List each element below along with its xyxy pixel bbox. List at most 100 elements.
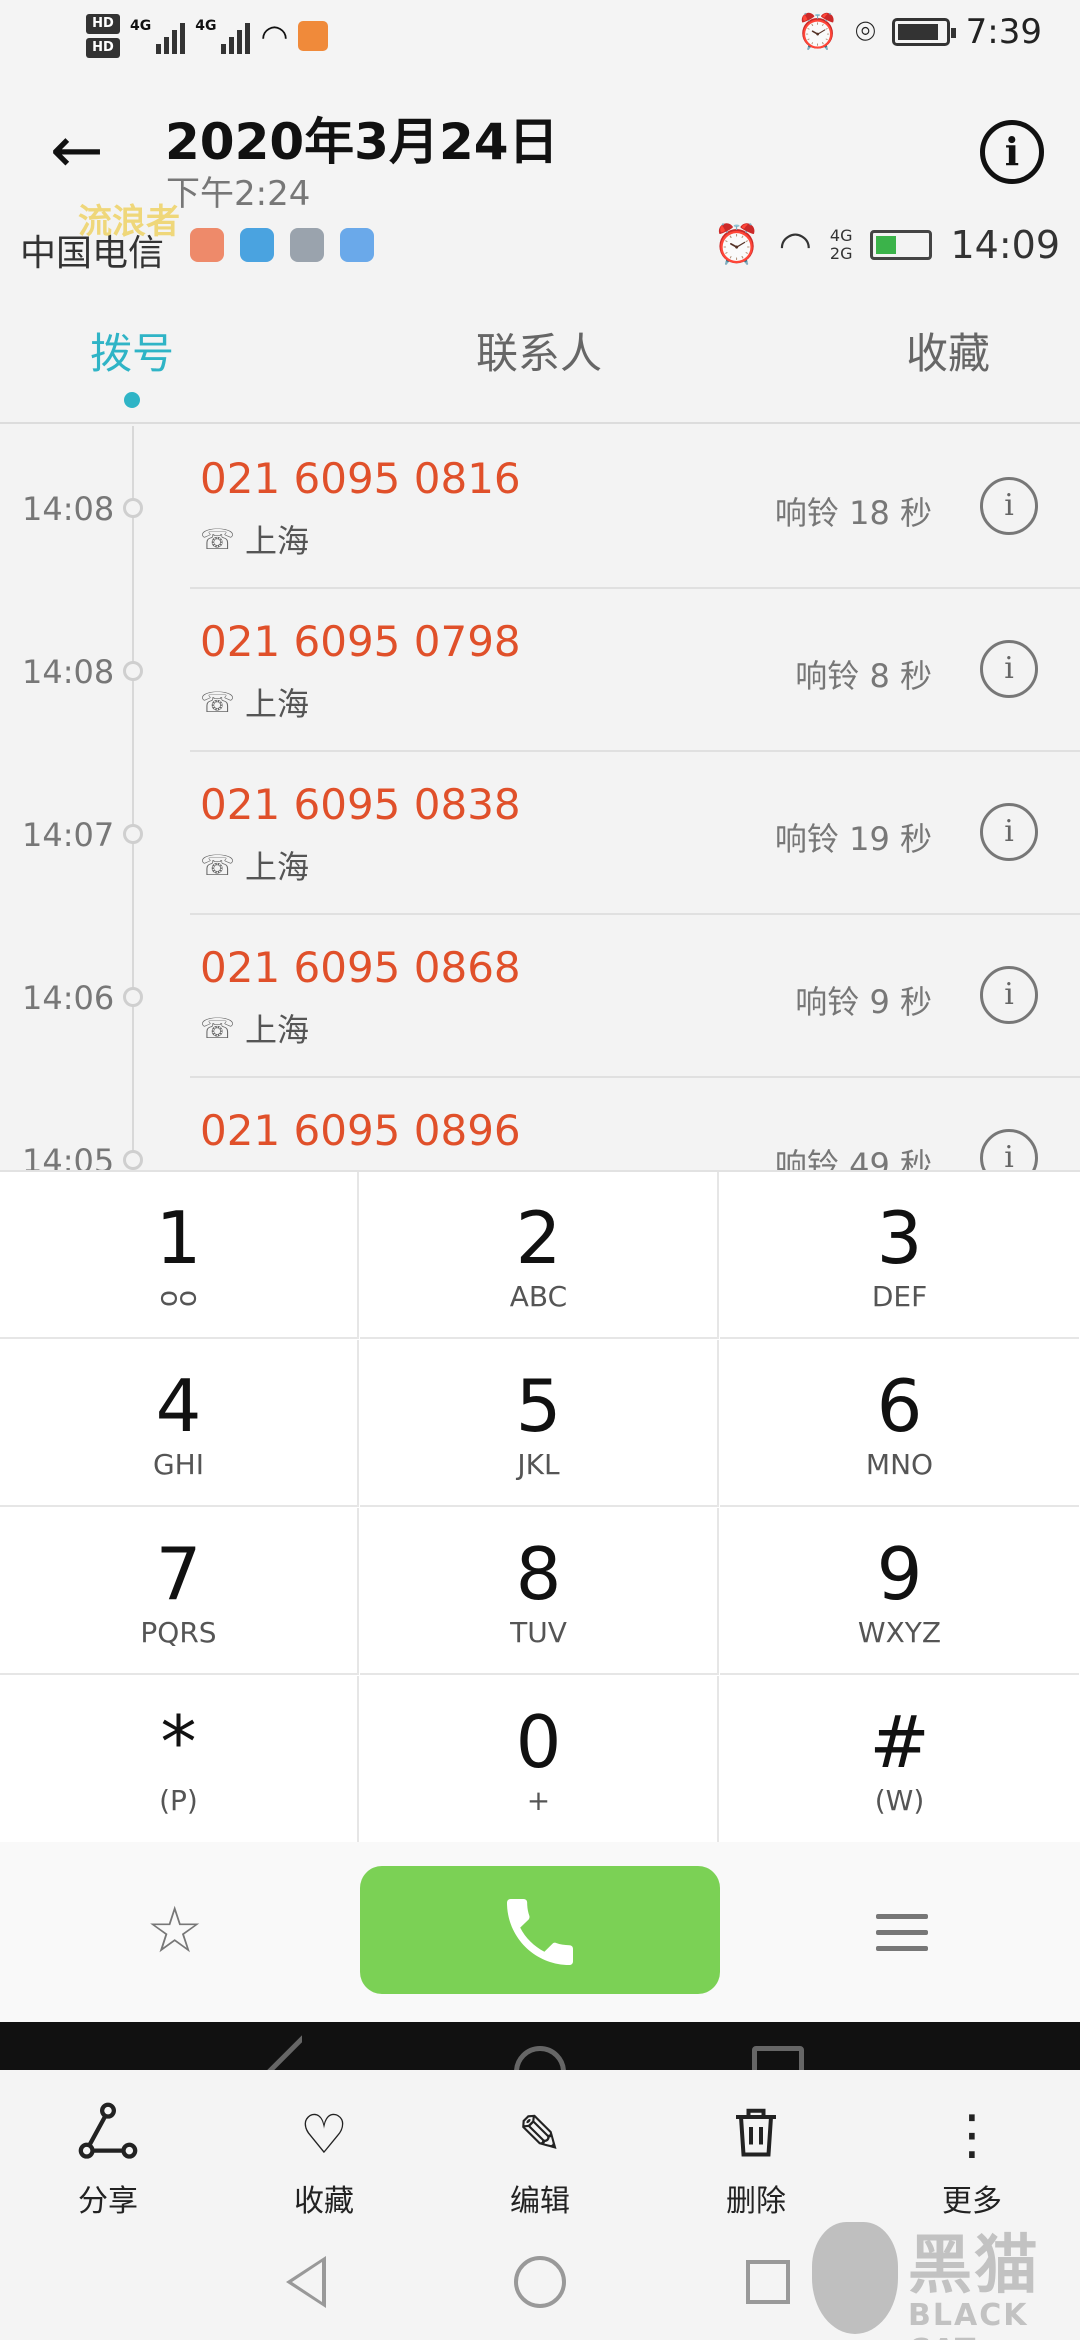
- key-letters: (P): [159, 1784, 198, 1817]
- call-log-row[interactable]: 14:08 021 6095 0816 ☏ 上海 响铃 18 秒 i: [0, 426, 1080, 589]
- call-log-row[interactable]: 14:06 021 6095 0868 ☏ 上海 响铃 9 秒 i: [0, 915, 1080, 1078]
- key-digit: 7: [155, 1532, 202, 1616]
- key-digit: 3: [876, 1196, 923, 1280]
- menu-icon[interactable]: [876, 1914, 928, 1962]
- timeline-node: [123, 661, 143, 681]
- key-letters: PQRS: [140, 1616, 217, 1649]
- key-2[interactable]: 2 ABC: [360, 1172, 719, 1339]
- tab-favorites[interactable]: 收藏: [906, 320, 990, 381]
- key-0[interactable]: 0 +: [360, 1676, 719, 1843]
- missed-call-icon: ☏: [200, 1011, 236, 1045]
- missed-call-icon: ☏: [200, 848, 236, 882]
- edit-label: 编辑: [510, 2184, 570, 2219]
- key-4[interactable]: 4 GHI: [0, 1340, 359, 1507]
- call-info-icon[interactable]: i: [980, 477, 1038, 535]
- call-time: 14:08: [22, 490, 115, 528]
- photo-date-title: 2020年3月24日: [165, 113, 559, 171]
- black-cat-logo: 黑猫 BLACK CAT: [804, 2222, 1074, 2340]
- call-location-text: 上海: [245, 848, 310, 886]
- star-icon[interactable]: ☆: [146, 1894, 203, 1968]
- logo-cn: 黑猫: [908, 2229, 1040, 2303]
- call-log-list: 14:08 021 6095 0816 ☏ 上海 响铃 18 秒 i 14:08 …: [0, 426, 1080, 1170]
- call-button[interactable]: [360, 1866, 720, 1994]
- key-letters: JKL: [517, 1448, 560, 1481]
- plane-app-icon: [240, 228, 274, 262]
- share-button[interactable]: 分享: [38, 2100, 178, 2220]
- active-tab-indicator: [124, 392, 140, 408]
- share-icon: [38, 2100, 178, 2170]
- key-star[interactable]: * (P): [0, 1676, 359, 1843]
- key-digit: #: [869, 1700, 930, 1784]
- key-1[interactable]: 1 ᴑᴑ: [0, 1172, 359, 1339]
- call-info-icon[interactable]: i: [980, 966, 1038, 1024]
- key-hash[interactable]: # (W): [720, 1676, 1079, 1843]
- key-digit: 9: [876, 1532, 923, 1616]
- signal-icon-1: 4G: [130, 18, 186, 54]
- notification-icons: [190, 228, 374, 262]
- photo-toolbar: 分享 ♡ 收藏 ✎ 编辑 删除 ⋮ 更多: [0, 2070, 1080, 2230]
- call-location-text: 上海: [245, 522, 310, 560]
- battery-icon: [891, 18, 956, 46]
- call-info-icon[interactable]: i: [980, 803, 1038, 861]
- delete-button[interactable]: 删除: [686, 2100, 826, 2220]
- inner-battery-icon: [870, 229, 933, 260]
- key-digit: 2: [515, 1196, 562, 1280]
- nav-back-icon[interactable]: [286, 2256, 326, 2308]
- viewer-status-bar: HD HD 4G 4G ◠ ⏰ ⌾ 7:39: [0, 0, 1080, 80]
- dial-keypad: 1 ᴑᴑ 2 ABC 3 DEF 4 GHI 5 JKL 6 MNO 7 PQRS 8 TUV …: [0, 1170, 1080, 1843]
- tab-dial[interactable]: 拨号: [90, 320, 174, 381]
- ring-duration: 响铃 9 秒: [795, 983, 932, 1021]
- timeline-node: [123, 824, 143, 844]
- delete-label: 删除: [726, 2184, 786, 2219]
- cat-shield-icon: [812, 2222, 898, 2334]
- key-digit: 5: [515, 1364, 562, 1448]
- inner-net-bottom: 2G: [829, 243, 853, 263]
- key-6[interactable]: 6 MNO: [720, 1340, 1079, 1507]
- viewer-status-left: HD HD 4G 4G ◠: [86, 14, 329, 58]
- call-number: 021 6095 0838: [200, 780, 521, 829]
- network-type-2: 4G: [195, 18, 217, 34]
- edit-button[interactable]: ✎ 编辑: [470, 2100, 610, 2220]
- hd-indicators: HD HD: [86, 14, 120, 58]
- ring-duration: 响铃 8 秒: [795, 657, 932, 695]
- wifi-icon: ◠: [260, 17, 289, 55]
- call-location: ☏ 上海: [200, 679, 309, 725]
- call-log-row[interactable]: 14:07 021 6095 0838 ☏ 上海 响铃 19 秒 i: [0, 752, 1080, 915]
- key-5[interactable]: 5 JKL: [360, 1340, 719, 1507]
- inner-nav-bar: [0, 2022, 1080, 2070]
- call-number: 021 6095 0896: [200, 1106, 521, 1155]
- key-letters: DEF: [871, 1280, 928, 1313]
- call-log-row[interactable]: 14:05 021 6095 0896 响铃 49 秒 i: [0, 1078, 1080, 1170]
- hd-badge-1: HD: [86, 14, 120, 34]
- call-time: 14:07: [22, 816, 115, 854]
- key-digit: 8: [515, 1532, 562, 1616]
- nav-recents-icon[interactable]: [746, 2260, 790, 2304]
- ring-duration: 响铃 19 秒: [774, 820, 932, 858]
- voicemail-icon: ᴑᴑ: [159, 1280, 198, 1313]
- nav-home-icon[interactable]: [514, 2256, 566, 2308]
- favorite-button[interactable]: ♡ 收藏: [254, 2100, 394, 2220]
- back-arrow-icon[interactable]: ←: [50, 116, 120, 186]
- call-location: ☏ 上海: [200, 1005, 309, 1051]
- ring-duration: 响铃 49 秒: [774, 1146, 932, 1170]
- call-location-text: 上海: [245, 1011, 310, 1049]
- call-number: 021 6095 0816: [200, 454, 521, 503]
- call-location: ☏ 上海: [200, 516, 309, 562]
- hd-badge-2: HD: [86, 38, 120, 58]
- call-info-icon[interactable]: i: [980, 640, 1038, 698]
- info-icon[interactable]: i: [980, 120, 1044, 184]
- more-button[interactable]: ⋮ 更多: [902, 2100, 1042, 2220]
- key-letters: TUV: [510, 1616, 567, 1649]
- key-9[interactable]: 9 WXYZ: [720, 1508, 1079, 1675]
- key-3[interactable]: 3 DEF: [720, 1172, 1079, 1339]
- key-8[interactable]: 8 TUV: [360, 1508, 719, 1675]
- edit-icon: ✎: [517, 2103, 563, 2166]
- key-7[interactable]: 7 PQRS: [0, 1508, 359, 1675]
- tab-contacts[interactable]: 联系人: [476, 320, 602, 381]
- timeline-node: [123, 1150, 143, 1170]
- key-letters: GHI: [152, 1448, 204, 1481]
- call-log-row[interactable]: 14:08 021 6095 0798 ☏ 上海 响铃 8 秒 i: [0, 589, 1080, 752]
- call-number: 021 6095 0798: [200, 617, 521, 666]
- call-number: 021 6095 0868: [200, 943, 521, 992]
- call-info-icon[interactable]: i: [980, 1129, 1038, 1170]
